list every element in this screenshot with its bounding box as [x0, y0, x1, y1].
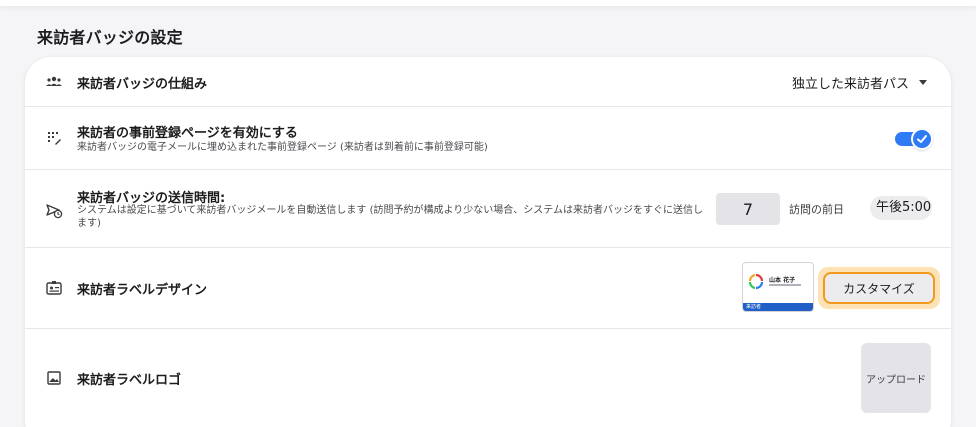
preview-divider [769, 284, 801, 286]
preview-logo-icon [749, 274, 763, 290]
badge-mechanism-dropdown[interactable]: 独立した来訪者パス [792, 71, 927, 93]
row-label-logo: 来訪者ラベルロゴ アップロード [25, 329, 951, 427]
dropdown-value: 独立した来訪者パス [791, 76, 909, 92]
chevron-down-icon [919, 79, 927, 85]
preview-footer-bar: 来訪者 [743, 303, 813, 311]
settings-card: 来訪者バッジの仕組み 独立した来訪者パス 来訪者の事前登録ページを有効にする 来… [25, 57, 951, 427]
customize-focus-ring: カスタマイズ [818, 267, 940, 309]
section-title: 来訪者バッジの設定 [37, 28, 183, 47]
image-icon [45, 369, 63, 387]
top-strip [0, 0, 976, 6]
upload-button[interactable]: アップロード [861, 343, 931, 413]
row-title: 来訪者の事前登録ページを有効にする [77, 126, 298, 141]
days-before-input[interactable] [716, 193, 780, 225]
row-badge-mechanism: 来訪者バッジの仕組み 独立した来訪者パス [25, 57, 951, 107]
customize-button[interactable]: カスタマイズ [823, 272, 935, 304]
preview-footer-label: 来訪者 [746, 304, 762, 310]
row-title: 来訪者バッジの仕組み [77, 77, 208, 92]
row-title: 来訪者ラベルロゴ [77, 373, 182, 388]
people-group-icon [45, 73, 63, 91]
qr-sparkle-icon [45, 129, 63, 147]
row-description: 来訪者バッジの電子メールに埋め込まれた事前登録ページ (来訪者は到着前に事前登録… [77, 142, 488, 153]
row-label-design: 来訪者ラベルデザイン 山本 花子 来訪者 カスタマイズ [25, 248, 951, 329]
send-time-picker[interactable]: 午後5:00 [870, 196, 932, 220]
send-clock-icon [45, 201, 63, 219]
preview-visitor-name: 山本 花子 [769, 277, 796, 284]
row-description: システムは設定に基づいて来訪者バッジメールを自動送信します (訪問予約が構成より… [77, 205, 703, 229]
days-suffix-label: 訪問の前日 [789, 203, 844, 216]
id-badge-icon [45, 279, 63, 297]
checkmark-icon [911, 128, 933, 150]
preregistration-toggle[interactable] [895, 128, 933, 150]
label-preview-image: 山本 花子 来訪者 [742, 262, 814, 312]
row-send-time: 来訪者バッジの送信時間: システムは設定に基づいて来訪者バッジメールを自動送信し… [25, 170, 951, 248]
row-preregistration: 来訪者の事前登録ページを有効にする 来訪者バッジの電子メールに埋め込まれた事前登… [25, 107, 951, 170]
row-title: 来訪者ラベルデザイン [77, 283, 208, 298]
